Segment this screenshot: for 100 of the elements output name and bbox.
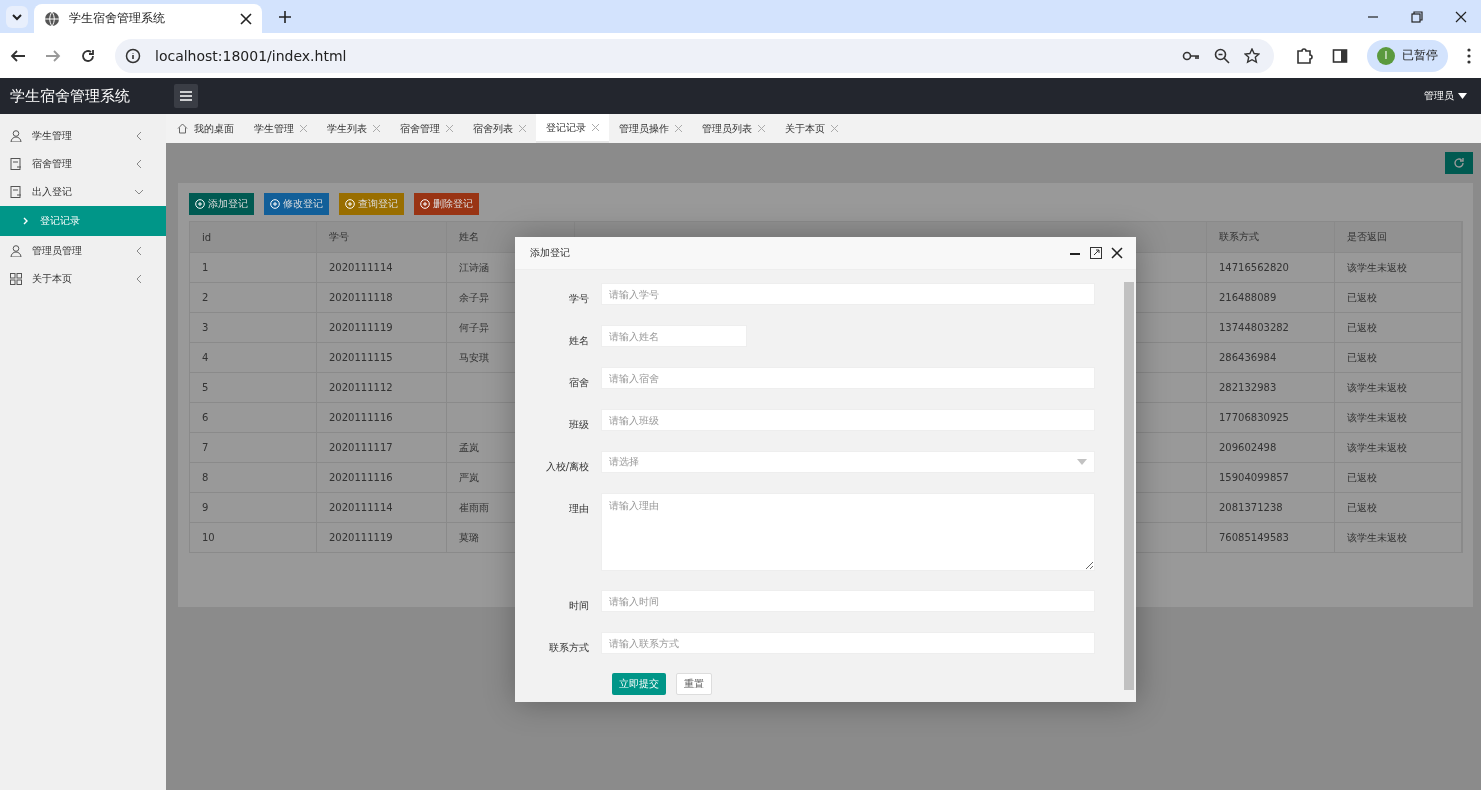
table-cell: 已返校 [1335,463,1462,492]
sidebar-item[interactable]: 学生管理 [0,122,166,150]
column-header: 学号 [317,222,447,252]
table-cell: 该学生未返校 [1335,523,1462,552]
table-cell: 15904099857 [1207,463,1335,492]
field-label: 联系方式 [548,641,590,655]
sidebar-item[interactable]: 管理员管理 [0,237,166,265]
table-cell: 3 [190,313,317,342]
reload-icon[interactable] [80,47,96,64]
toolbar-button[interactable]: 添加登记 [189,193,254,215]
more-icon[interactable] [1467,47,1471,64]
table-cell: 已返校 [1335,343,1462,372]
input-field[interactable]: 请输入班级 [601,409,1095,431]
zoom-icon[interactable] [1214,47,1230,64]
key-icon[interactable] [1182,49,1200,62]
reset-button[interactable]: 重置 [676,673,712,695]
page-tab[interactable]: 登记记录 [536,114,609,143]
tab-list-button[interactable] [6,5,28,28]
menu-button[interactable] [174,84,198,108]
table-cell: 209602498 [1207,433,1335,462]
input-field[interactable]: 请输入时间 [601,590,1095,612]
page-tab[interactable]: 宿舍管理 [390,114,463,143]
caret-icon [1458,93,1467,99]
table-cell: 17706830925 [1207,403,1335,432]
field-label: 宿舍 [568,376,590,390]
table-cell: 2020111119 [317,313,447,342]
table-cell: 282132983 [1207,373,1335,402]
table-cell: 2020111116 [317,463,447,492]
plus-circle-icon [420,199,430,209]
toolbar-button[interactable]: 修改登记 [264,193,329,215]
close-icon[interactable] [1111,247,1123,259]
table-cell: 2081371238 [1207,493,1335,522]
refresh-icon [1453,157,1465,169]
column-header: 联系方式 [1207,222,1335,252]
star-icon[interactable] [1244,47,1260,64]
table-cell: 4 [190,343,317,372]
back-icon[interactable] [10,47,26,64]
table-cell: 13744803282 [1207,313,1335,342]
text-area[interactable]: 请输入理由 [601,493,1095,571]
table-cell: 2020111116 [317,403,447,432]
sidebar-item[interactable]: 关于本页 [0,265,166,293]
table-cell: 7 [190,433,317,462]
table-cell: 2020111119 [317,523,447,552]
table-cell: 76085149583 [1207,523,1335,552]
grid-icon [10,273,22,285]
input-field[interactable]: 请输入姓名 [601,325,747,347]
table-cell: 2020111114 [317,493,447,522]
page-tab[interactable]: 我的桌面 [166,114,244,143]
sidebar-item[interactable]: 宿舍管理 [0,150,166,178]
table-cell: 2020111112 [317,373,447,402]
restore-icon[interactable] [1411,10,1423,23]
input-field[interactable]: 请输入联系方式 [601,632,1095,654]
plus-circle-icon [195,199,205,209]
table-cell: 该学生未返校 [1335,433,1462,462]
table-cell: 该学生未返校 [1335,253,1462,282]
maximize-icon[interactable] [1090,247,1102,259]
table-cell: 2020111114 [317,253,447,282]
close-icon[interactable] [240,12,252,25]
side-panel-icon[interactable] [1332,47,1348,64]
page-tab[interactable]: 学生列表 [317,114,390,143]
toolbar-button[interactable]: 查询登记 [339,193,404,215]
table-cell: 已返校 [1335,493,1462,522]
table-cell: 9 [190,493,317,522]
address-bar[interactable]: localhost:18001/index.html [115,38,1274,73]
field-label: 班级 [568,418,590,432]
browser-tab[interactable]: 学生宿舍管理系统 [34,4,262,33]
table-cell: 6 [190,403,317,432]
table-cell: 286436984 [1207,343,1335,372]
table-cell: 14716562820 [1207,253,1335,282]
profile-button[interactable]: I 已暂停 [1367,39,1448,72]
table-cell: 该学生未返校 [1335,373,1462,402]
table-cell: 2 [190,283,317,312]
toolbar-button[interactable]: 删除登记 [414,193,479,215]
input-field[interactable]: 请输入宿舍 [601,367,1095,389]
sidebar-subitem[interactable]: 登记记录 [0,206,166,236]
page-tab[interactable]: 学生管理 [244,114,317,143]
submit-button[interactable]: 立即提交 [612,673,666,695]
page-tab[interactable]: 管理员列表 [692,114,775,143]
page-tab[interactable]: 管理员操作 [609,114,692,143]
page-tab[interactable]: 关于本页 [775,114,848,143]
chevron-right-icon [22,217,30,225]
table-cell: 216488089 [1207,283,1335,312]
user-icon [10,245,22,257]
puzzle-icon[interactable] [1295,46,1313,65]
table-cell: 1 [190,253,317,282]
close-icon[interactable] [1455,10,1467,23]
table-cell: 已返校 [1335,283,1462,312]
info-icon[interactable] [125,47,141,64]
sidebar-item[interactable]: 出入登记 [0,178,166,206]
tab-title: 学生宿舍管理系统 [69,10,165,27]
forward-icon[interactable] [45,47,61,64]
table-cell: 已返校 [1335,313,1462,342]
caret-icon [1077,459,1087,465]
user-menu[interactable]: 管理员 [1424,89,1467,103]
plus-circle-icon [270,199,280,209]
table-cell: 8 [190,463,317,492]
input-field[interactable]: 请输入学号 [601,283,1095,305]
page-tab[interactable]: 宿舍列表 [463,114,536,143]
table-cell: 10 [190,523,317,552]
new-tab-icon[interactable] [278,9,292,24]
